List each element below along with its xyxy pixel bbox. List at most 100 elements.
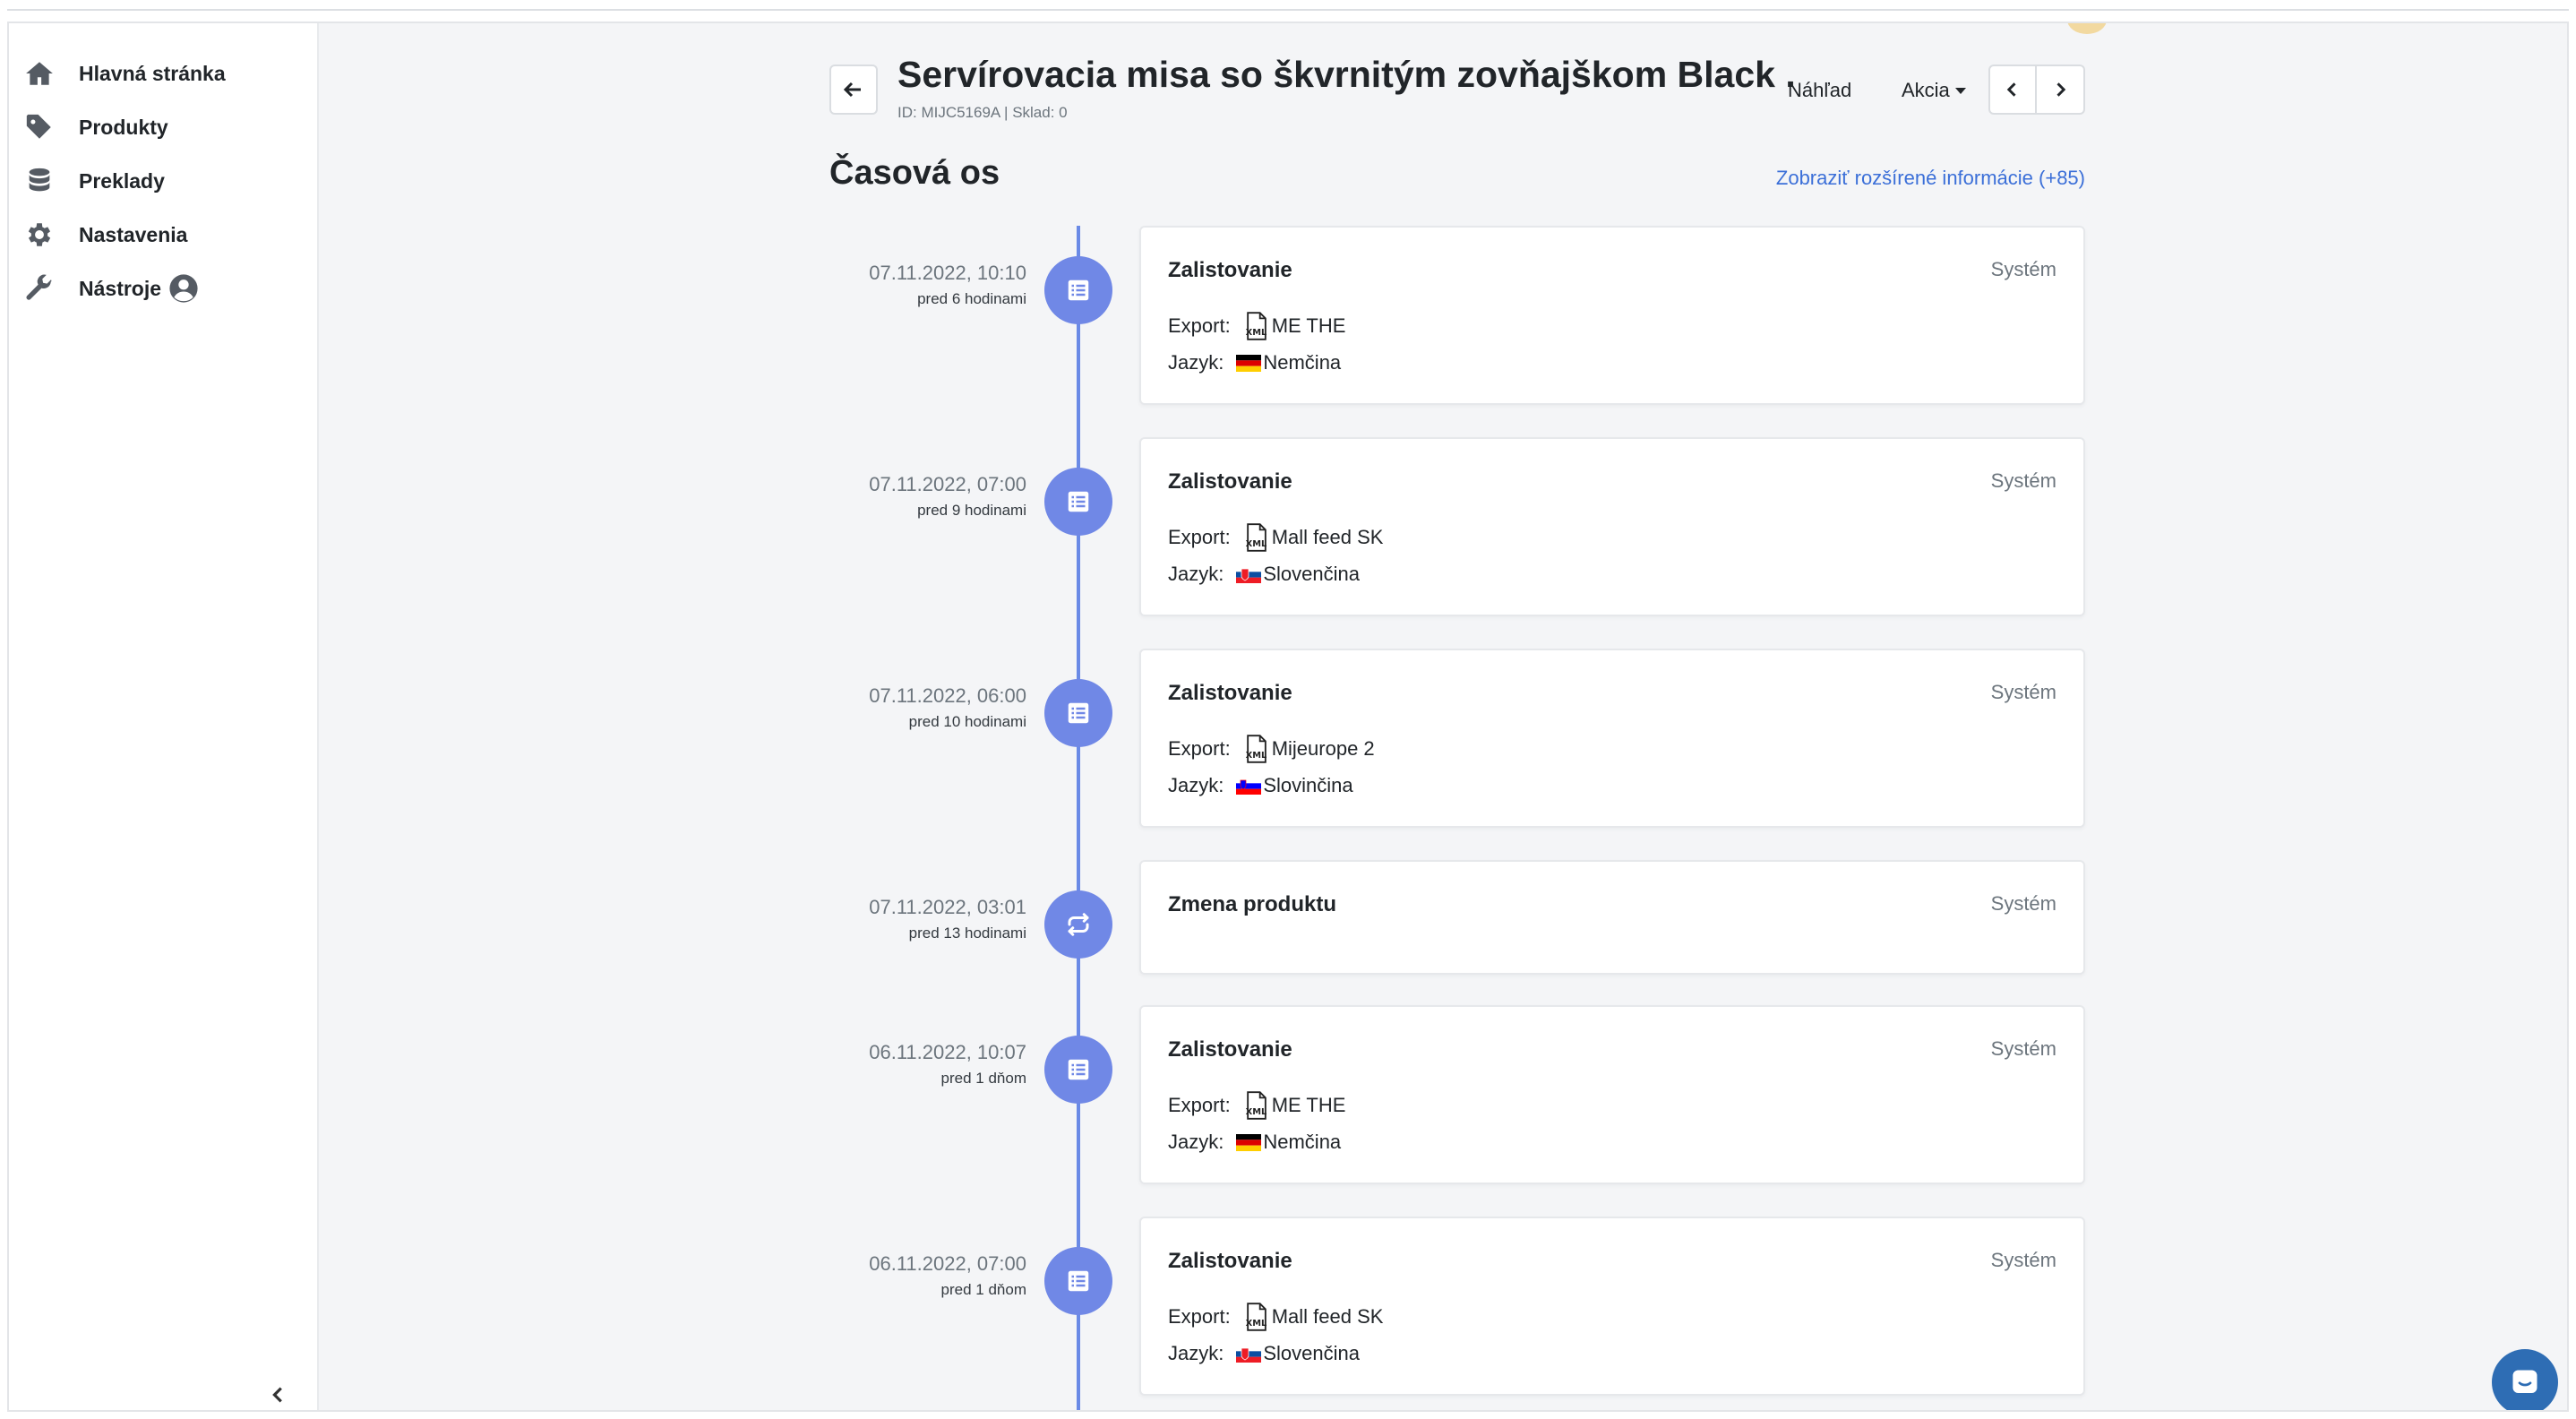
language-label: Jazyk: bbox=[1168, 1342, 1224, 1364]
flag-si-icon bbox=[1236, 777, 1262, 795]
home-icon bbox=[21, 56, 57, 91]
export-row: Export: XML Mijeurope 2 bbox=[1168, 735, 1375, 763]
export-name: ME THE bbox=[1271, 314, 1346, 337]
flag-sk-icon bbox=[1236, 1345, 1262, 1363]
list-icon bbox=[1044, 256, 1112, 324]
top-border bbox=[7, 9, 2569, 11]
event-card: Zalistovanie Systém Export: XML ME THE J… bbox=[1139, 226, 2085, 405]
tag-icon bbox=[21, 109, 57, 145]
show-more-info-link[interactable]: Zobraziť rozšírené informácie (+85) bbox=[1776, 167, 2085, 190]
event-relative-time: pred 6 hodinami bbox=[917, 290, 1026, 307]
event-actor: Systém bbox=[1990, 1249, 2057, 1271]
language-label: Jazyk: bbox=[1168, 1131, 1224, 1153]
xml-file-icon: XML bbox=[1245, 1091, 1267, 1120]
xml-file-icon: XML bbox=[1245, 1303, 1267, 1331]
svg-text:XML: XML bbox=[1245, 1319, 1267, 1329]
event-title: Zalistovanie bbox=[1168, 1037, 1292, 1062]
export-name: Mall feed SK bbox=[1271, 526, 1384, 548]
database-icon bbox=[21, 163, 57, 199]
event-card: Zalistovanie Systém Export: XML Mall fee… bbox=[1139, 437, 2085, 616]
export-name: ME THE bbox=[1271, 1094, 1346, 1116]
page-title: Servírovacia misa so škvrnitým zovňajško… bbox=[897, 54, 1793, 95]
xml-file-icon: XML bbox=[1245, 312, 1267, 340]
user-circle-icon bbox=[169, 274, 198, 303]
event-card: Zalistovanie Systém Export: XML ME THE J… bbox=[1139, 1005, 2085, 1184]
event-title: Zalistovanie bbox=[1168, 258, 1292, 282]
event-datetime: 06.11.2022, 10:07 bbox=[869, 1041, 1026, 1063]
chevron-left-icon bbox=[2006, 82, 2016, 97]
next-product-button[interactable] bbox=[2037, 64, 2085, 115]
language-row: Jazyk: Slovenčina bbox=[1168, 563, 1360, 586]
event-date: 07.11.2022, 06:00 pred 10 hodinami bbox=[869, 684, 1026, 731]
event-date: 07.11.2022, 03:01 pred 13 hodinami bbox=[869, 896, 1026, 942]
event-actor: Systém bbox=[1990, 892, 2057, 915]
sidebar-item-translations[interactable]: Preklady bbox=[9, 154, 317, 208]
svg-text:XML: XML bbox=[1245, 1107, 1267, 1117]
language-name: Nemčina bbox=[1263, 351, 1342, 374]
chat-button[interactable] bbox=[2492, 1349, 2558, 1410]
chevron-right-icon bbox=[2057, 82, 2066, 97]
export-row: Export: XML ME THE bbox=[1168, 1091, 1345, 1120]
xml-file-icon: XML bbox=[1245, 523, 1267, 552]
language-row: Jazyk: Nemčina bbox=[1168, 1131, 1341, 1154]
event-title: Zalistovanie bbox=[1168, 1249, 1292, 1273]
list-icon bbox=[1044, 679, 1112, 747]
language-label: Jazyk: bbox=[1168, 351, 1224, 374]
event-datetime: 06.11.2022, 07:00 bbox=[869, 1252, 1026, 1275]
actions-dropdown[interactable]: Akcia bbox=[1902, 79, 1966, 102]
preview-button[interactable]: Náhľad bbox=[1788, 79, 1851, 102]
export-label: Export: bbox=[1168, 1094, 1231, 1116]
event-datetime: 07.11.2022, 06:00 bbox=[869, 684, 1026, 707]
chevron-left-icon bbox=[272, 1387, 282, 1403]
sidebar-nav: Hlavná stránka Produkty Preklady Nastave… bbox=[9, 23, 317, 315]
flag-de-icon bbox=[1236, 354, 1262, 372]
caret-down-icon bbox=[1954, 87, 1966, 94]
sidebar-item-tools[interactable]: Nástroje bbox=[9, 262, 317, 315]
sidebar-item-label: Preklady bbox=[79, 168, 165, 193]
flag-de-icon bbox=[1236, 1133, 1262, 1151]
event-actor: Systém bbox=[1990, 469, 2057, 492]
main-content: Servírovacia misa so škvrnitým zovňajško… bbox=[319, 23, 2567, 1410]
export-label: Export: bbox=[1168, 1305, 1231, 1328]
export-row: Export: XML Mall feed SK bbox=[1168, 1303, 1383, 1331]
sidebar-item-label: Nastavenia bbox=[79, 222, 188, 246]
sidebar-item-label: Nástroje bbox=[79, 276, 162, 300]
sidebar-item-products[interactable]: Produkty bbox=[9, 100, 317, 154]
event-datetime: 07.11.2022, 07:00 bbox=[869, 473, 1026, 495]
event-actor: Systém bbox=[1990, 258, 2057, 280]
language-label: Jazyk: bbox=[1168, 563, 1224, 585]
back-button[interactable] bbox=[829, 64, 878, 115]
export-label: Export: bbox=[1168, 314, 1231, 337]
flag-sk-icon bbox=[1236, 565, 1262, 583]
export-label: Export: bbox=[1168, 526, 1231, 548]
sidebar-item-settings[interactable]: Nastavenia bbox=[9, 208, 317, 262]
xml-file-icon: XML bbox=[1245, 735, 1267, 763]
timeline-line bbox=[1077, 226, 1080, 1410]
event-date: 06.11.2022, 07:00 pred 1 dňom bbox=[869, 1252, 1026, 1299]
export-name: Mall feed SK bbox=[1271, 1305, 1384, 1328]
event-actor: Systém bbox=[1990, 1037, 2057, 1060]
sidebar-item-label: Hlavná stránka bbox=[79, 61, 226, 85]
list-icon bbox=[1044, 1036, 1112, 1104]
actions-label: Akcia bbox=[1902, 79, 1950, 101]
event-card: Zmena produktu Systém bbox=[1139, 860, 2085, 975]
sidebar: Hlavná stránka Produkty Preklady Nastave… bbox=[9, 23, 319, 1410]
event-relative-time: pred 1 dňom bbox=[940, 1281, 1026, 1298]
wrench-icon bbox=[21, 271, 57, 306]
language-row: Jazyk: Slovenčina bbox=[1168, 1342, 1360, 1365]
language-row: Jazyk: Slovinčina bbox=[1168, 774, 1353, 797]
export-name: Mijeurope 2 bbox=[1271, 737, 1375, 760]
list-icon bbox=[1044, 1247, 1112, 1315]
product-id-stock: ID: MIJC5169A | Sklad: 0 bbox=[897, 104, 1068, 121]
event-card: Zalistovanie Systém Export: XML Mall fee… bbox=[1139, 1217, 2085, 1396]
exchange-icon bbox=[1044, 890, 1112, 959]
event-title: Zalistovanie bbox=[1168, 469, 1292, 494]
event-title: Zalistovanie bbox=[1168, 681, 1292, 705]
collapse-sidebar-button[interactable] bbox=[265, 1381, 292, 1408]
event-title: Zmena produktu bbox=[1168, 892, 1337, 916]
gear-icon bbox=[21, 217, 57, 253]
event-actor: Systém bbox=[1990, 681, 2057, 703]
list-icon bbox=[1044, 468, 1112, 536]
previous-product-button[interactable] bbox=[1988, 64, 2037, 115]
sidebar-item-home[interactable]: Hlavná stránka bbox=[9, 47, 317, 100]
